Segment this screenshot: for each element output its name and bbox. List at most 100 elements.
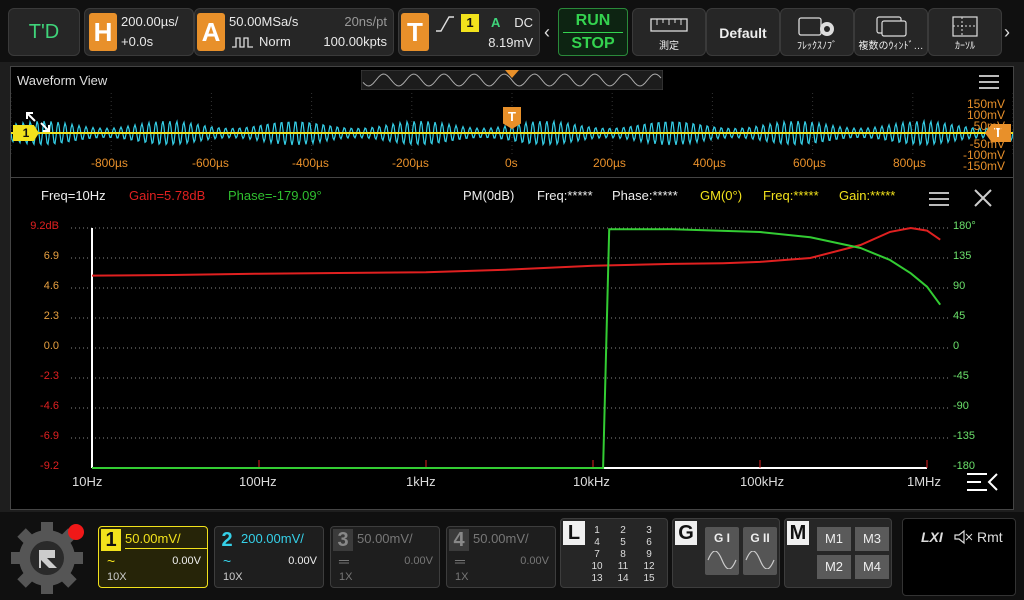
logic-channel-number: 9 [646, 549, 652, 560]
channel-2-scale: 200.00mV/ [241, 531, 304, 546]
time-tick: -800µs [91, 156, 128, 170]
logic-letter: L [563, 521, 585, 545]
logic-channel-number: 6 [646, 537, 652, 548]
cursor-button[interactable]: ｶｰｿﾙ [928, 8, 1002, 56]
status-area: LXI Rmt [902, 518, 1016, 596]
math-m1-button[interactable]: M1 [817, 527, 851, 551]
default-button[interactable]: Default [706, 8, 780, 56]
logic-channel-number: 11 [617, 561, 629, 572]
bottom-status-bar: 1 50.00mV/ ~ 0.00V 10X 2 200.00mV/ ~ 0.0… [0, 512, 1024, 600]
timebase-value: 200.00µs/ [121, 14, 179, 29]
lxi-badge: LXI [921, 529, 943, 545]
speaker-muted-icon[interactable] [953, 529, 973, 545]
gain-curve [91, 226, 941, 277]
channel-3-scale: 50.00mV/ [357, 531, 413, 546]
main-menu-button[interactable] [10, 518, 88, 594]
time-tick: -600µs [192, 156, 229, 170]
generator-1-label: G I [713, 531, 730, 545]
logic-channel-number: 12 [643, 561, 655, 572]
generator-2-button[interactable]: G II [743, 527, 777, 575]
channel-3-panel[interactable]: 3 50.00mV/ ═ 0.00V 1X [330, 526, 440, 588]
multi-window-label: 複数のｳｨﾝﾄﾞ… [858, 41, 924, 52]
horizontal-letter: H [89, 13, 117, 51]
sample-rate: 50.00MSa/s [229, 14, 299, 29]
logic-channel-number: 5 [620, 537, 626, 548]
channel-3-offset: 0.00V [404, 555, 433, 567]
waveform-menu-icon[interactable] [979, 75, 999, 89]
trigger-coupling: DC [514, 15, 533, 30]
math-m3-button[interactable]: M3 [855, 527, 889, 551]
waveform-overview-strip[interactable] [361, 70, 663, 90]
touch-disable-label: T'D [28, 21, 60, 43]
trigger-level: 8.19mV [488, 35, 533, 50]
trigger-letter: T [401, 13, 429, 51]
run-label: RUN [575, 12, 611, 29]
channel-1-offset: 0.00V [172, 555, 201, 567]
touch-disable-button[interactable]: T'D [8, 8, 80, 56]
run-stop-button[interactable]: RUN STOP [558, 8, 628, 56]
waveform-view-title: Waveform View [17, 73, 108, 88]
logic-channel-number: 7 [594, 549, 600, 560]
flex-knob-button[interactable]: ﾌﾚｯｸｽﾉﾌﾞ [780, 8, 854, 56]
generator-letter: G [675, 521, 697, 545]
channel-4-probe: 1X [455, 571, 469, 583]
channel-2-coupling: ~ [223, 553, 232, 569]
cursor-label: ｶｰｿﾙ [955, 41, 975, 52]
horizontal-settings[interactable]: H 200.00µs/ +0.0s [84, 8, 194, 56]
remote-status: Rmt [977, 529, 1003, 545]
collapse-menu-icon[interactable] [965, 470, 1001, 496]
channel-4-coupling: ═ [455, 553, 465, 569]
flex-knob-icon [798, 17, 834, 36]
rising-edge-icon [436, 16, 454, 32]
time-offset-value: +0.0s [121, 34, 154, 49]
math-letter: M [787, 521, 809, 545]
generator-1-button[interactable]: G I [705, 527, 739, 575]
logic-channel-number: 1 [594, 525, 600, 536]
math-m2-button[interactable]: M2 [817, 555, 851, 579]
toolbar-scroll-left-icon[interactable]: ‹ [544, 14, 556, 50]
logic-channel-number: 2 [620, 525, 626, 536]
channel-3-number: 3 [333, 529, 353, 551]
generator-2-label: G II [750, 531, 770, 545]
ch1-level-marker[interactable]: 1 [13, 125, 39, 141]
stop-label: STOP [571, 35, 615, 52]
math-m4-button[interactable]: M4 [855, 555, 889, 579]
trigger-settings[interactable]: T 1 A DC 8.19mV [398, 8, 540, 56]
memory-depth: 100.00kpts [323, 34, 387, 49]
channel-2-number: 2 [217, 529, 237, 551]
trigger-mode: A [491, 15, 501, 30]
logic-channel-number: 14 [617, 573, 629, 584]
default-label: Default [719, 25, 767, 41]
bode-plot-area[interactable] [11, 178, 1013, 508]
toolbar-scroll-right-icon[interactable]: › [1004, 14, 1018, 50]
sine-wave-icon [745, 551, 775, 569]
bode-plot-panel: Freq=10Hz Gain=5.78dB Phase=-179.09° PM(… [10, 178, 1014, 510]
time-per-point: 20ns/pt [344, 14, 387, 29]
signal-generator-panel[interactable]: G G I G II [672, 518, 780, 588]
time-tick: 800µs [893, 156, 926, 170]
gear-icon [11, 522, 84, 594]
acquire-mode: Norm [259, 34, 291, 49]
channel-1-scale: 50.00mV/ [125, 531, 181, 546]
logic-analyzer-panel[interactable]: L 1 2 3 4 5 6 7 8 9 10 11 12 13 14 15 [560, 518, 668, 588]
channel-4-panel[interactable]: 4 50.00mV/ ═ 0.00V 1X [446, 526, 556, 588]
measure-button[interactable]: 測定 [632, 8, 706, 56]
logic-channel-number: 4 [594, 537, 600, 548]
acquire-settings[interactable]: A 50.00MSa/s 20ns/pt Norm 100.00kpts [194, 8, 394, 56]
multi-window-button[interactable]: 複数のｳｨﾝﾄﾞ… [854, 8, 928, 56]
math-panel[interactable]: M M1 M3 M2 M4 [784, 518, 892, 588]
volt-label: -150mV [962, 159, 1005, 173]
time-tick: -400µs [292, 156, 329, 170]
channel-3-coupling: ═ [339, 553, 349, 569]
phase-curve [92, 228, 942, 469]
cursor-icon [952, 16, 978, 37]
waveform-view-panel: Waveform View 1 T T -800µs -600µs -400µs… [10, 66, 1014, 178]
channel-2-probe: 10X [223, 571, 243, 583]
channel-1-panel[interactable]: 1 50.00mV/ ~ 0.00V 10X [98, 526, 208, 588]
channel-3-probe: 1X [339, 571, 353, 583]
channel-4-number: 4 [449, 529, 469, 551]
channel-2-panel[interactable]: 2 200.00mV/ ~ 0.00V 10X [214, 526, 324, 588]
logic-channel-number: 13 [591, 573, 603, 584]
time-tick: 200µs [593, 156, 626, 170]
time-tick: 0s [505, 156, 518, 170]
